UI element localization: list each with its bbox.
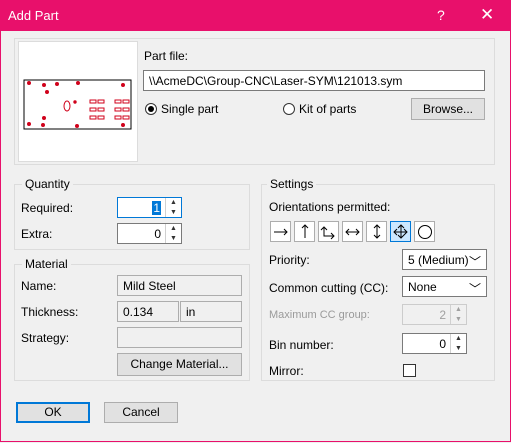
thickness-unit-field: in: [180, 301, 242, 322]
chevron-down-icon: ﹀: [468, 255, 481, 269]
browse-button[interactable]: Browse...: [411, 98, 485, 120]
thickness-field: 0.134: [117, 301, 179, 322]
arrow-left-right-icon[interactable]: [342, 221, 363, 242]
priority-label: Priority:: [269, 253, 310, 267]
priority-select[interactable]: 5 (Medium) ﹀: [402, 249, 487, 270]
stepper-up-icon[interactable]: ▲: [166, 224, 181, 234]
required-stepper[interactable]: 1 ▲ ▼: [117, 197, 182, 218]
change-material-button[interactable]: Change Material...: [117, 353, 242, 376]
extra-value[interactable]: 0: [154, 227, 161, 241]
max-cc-group-stepper: 2 ▲ ▼: [402, 304, 467, 325]
mirror-label: Mirror:: [269, 364, 304, 378]
bin-number-value[interactable]: 0: [439, 337, 446, 351]
max-cc-group-label: Maximum CC group:: [269, 309, 370, 321]
orientations-label: Orientations permitted:: [269, 200, 391, 214]
settings-group-title: Settings: [267, 177, 317, 191]
arrow-up-icon[interactable]: [294, 221, 315, 242]
window-title: Add Part: [8, 8, 59, 23]
circle-icon[interactable]: [414, 221, 435, 242]
title-bar: Add Part ? ✕: [0, 0, 511, 31]
chevron-down-icon: ﹀: [468, 282, 481, 296]
single-part-radio[interactable]: [145, 103, 157, 115]
max-cc-group-value: 2: [439, 308, 446, 322]
stepper-down-icon: ▼: [455, 315, 462, 323]
material-name-field: Mild Steel: [117, 275, 242, 296]
thickness-label: Thickness:: [21, 305, 79, 319]
extra-stepper[interactable]: 0 ▲ ▼: [117, 223, 182, 244]
common-cutting-value: None: [408, 280, 437, 294]
required-value[interactable]: 1: [152, 201, 161, 215]
single-part-label[interactable]: Single part: [161, 102, 218, 116]
cancel-button[interactable]: Cancel: [104, 402, 178, 423]
stepper-up-icon[interactable]: ▲: [451, 334, 466, 344]
extra-label: Extra:: [21, 227, 53, 241]
ok-button[interactable]: OK: [16, 402, 90, 423]
quantity-group-title: Quantity: [22, 177, 73, 191]
strategy-label: Strategy:: [21, 331, 70, 345]
part-preview-drawing: [23, 79, 132, 130]
arrow-up-right-corner-icon[interactable]: [318, 221, 339, 242]
common-cutting-select[interactable]: None ﹀: [402, 276, 487, 297]
arrow-right-icon[interactable]: [270, 221, 291, 242]
required-label: Required:: [21, 201, 74, 215]
arrow-up-down-icon[interactable]: [366, 221, 387, 242]
common-cutting-label: Common cutting (CC):: [269, 281, 389, 295]
bin-number-label: Bin number:: [269, 338, 334, 352]
kit-of-parts-radio[interactable]: [283, 103, 295, 115]
priority-value: 5 (Medium): [408, 253, 469, 267]
stepper-up-icon[interactable]: ▲: [166, 198, 181, 208]
kit-of-parts-label[interactable]: Kit of parts: [299, 102, 356, 116]
strategy-field: [117, 327, 242, 348]
mirror-checkbox[interactable]: [403, 364, 416, 377]
stepper-down-icon[interactable]: ▼: [166, 208, 181, 218]
part-preview: [18, 41, 138, 162]
close-icon[interactable]: ✕: [480, 5, 494, 25]
arrow-four-way-icon[interactable]: [390, 221, 411, 242]
part-file-label: Part file:: [144, 49, 189, 63]
part-file-input[interactable]: \\AcmeDC\Group-CNC\Laser-SYM\121013.sym: [143, 70, 485, 91]
material-name-label: Name:: [21, 279, 57, 293]
stepper-up-icon: ▲: [455, 306, 462, 313]
bin-number-stepper[interactable]: 0 ▲ ▼: [402, 333, 467, 354]
help-icon[interactable]: ?: [437, 7, 445, 23]
material-group-title: Material: [22, 257, 71, 271]
stepper-down-icon[interactable]: ▼: [166, 234, 181, 244]
stepper-down-icon[interactable]: ▼: [451, 344, 466, 354]
